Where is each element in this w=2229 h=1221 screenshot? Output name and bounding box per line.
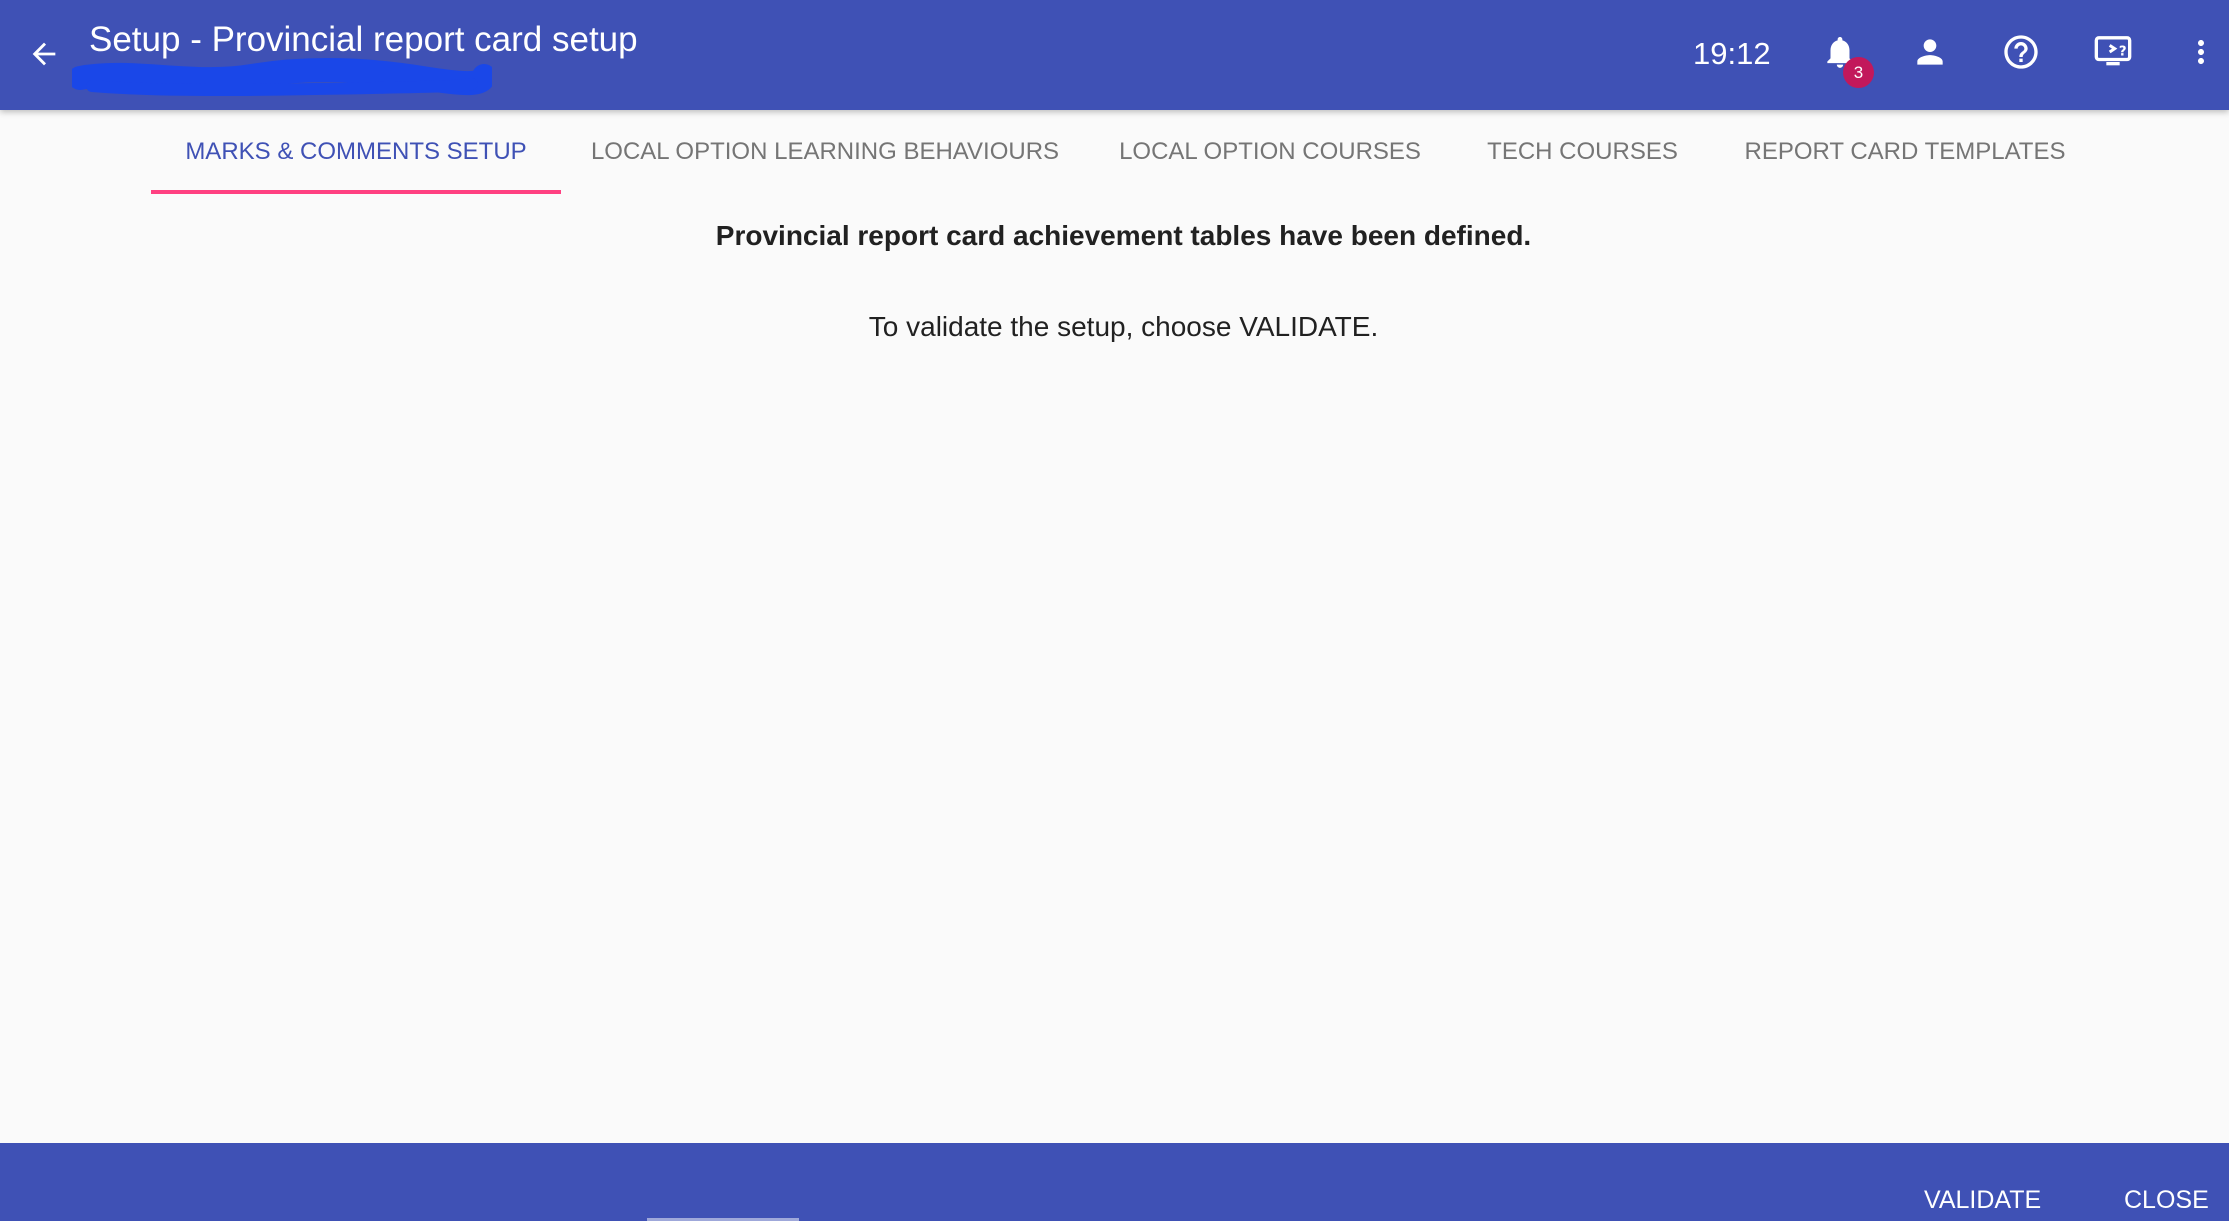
person-icon (1911, 33, 1949, 76)
help-button[interactable] (1993, 26, 2049, 82)
action-bar (0, 1143, 2229, 1221)
setup-tab-bar: MARKS & COMMENTS SETUP LOCAL OPTION LEAR… (0, 110, 2229, 194)
notification-badge: 3 (1843, 57, 1874, 88)
more-vertical-icon (2183, 34, 2219, 75)
clock-time: 19:12 (1693, 36, 1771, 71)
back-arrow-icon (27, 37, 61, 76)
more-options-button[interactable] (2176, 26, 2226, 82)
monitor-help-icon: ? (2093, 32, 2133, 77)
svg-text:?: ? (2119, 44, 2127, 59)
validate-button[interactable]: VALIDATE (1924, 1180, 2041, 1220)
remote-support-button[interactable]: ? (2085, 26, 2141, 82)
tab-local-option-learning-behaviours[interactable]: LOCAL OPTION LEARNING BEHAVIOURS (580, 110, 1070, 194)
tab-marks-comments-setup[interactable]: MARKS & COMMENTS SETUP (151, 110, 561, 194)
user-account-button[interactable] (1902, 26, 1958, 82)
page-title: Setup - Provincial report card setup (89, 20, 638, 59)
redaction-scribble (72, 58, 492, 96)
active-tab-indicator (151, 190, 561, 194)
status-heading: Provincial report card achievement table… (715, 220, 1532, 251)
tab-local-option-courses[interactable]: LOCAL OPTION COURSES (1110, 110, 1430, 194)
app-toolbar: Setup - Provincial report card setup 19:… (0, 0, 2229, 110)
back-button[interactable] (18, 30, 70, 82)
help-circle-icon (2001, 32, 2041, 77)
tab-tech-courses[interactable]: TECH COURSES (1470, 110, 1695, 194)
close-button[interactable]: CLOSE (2124, 1180, 2209, 1220)
tab-report-card-templates[interactable]: REPORT CARD TEMPLATES (1735, 110, 2075, 194)
validate-instruction: To validate the setup, choose VALIDATE. (868, 311, 1379, 342)
